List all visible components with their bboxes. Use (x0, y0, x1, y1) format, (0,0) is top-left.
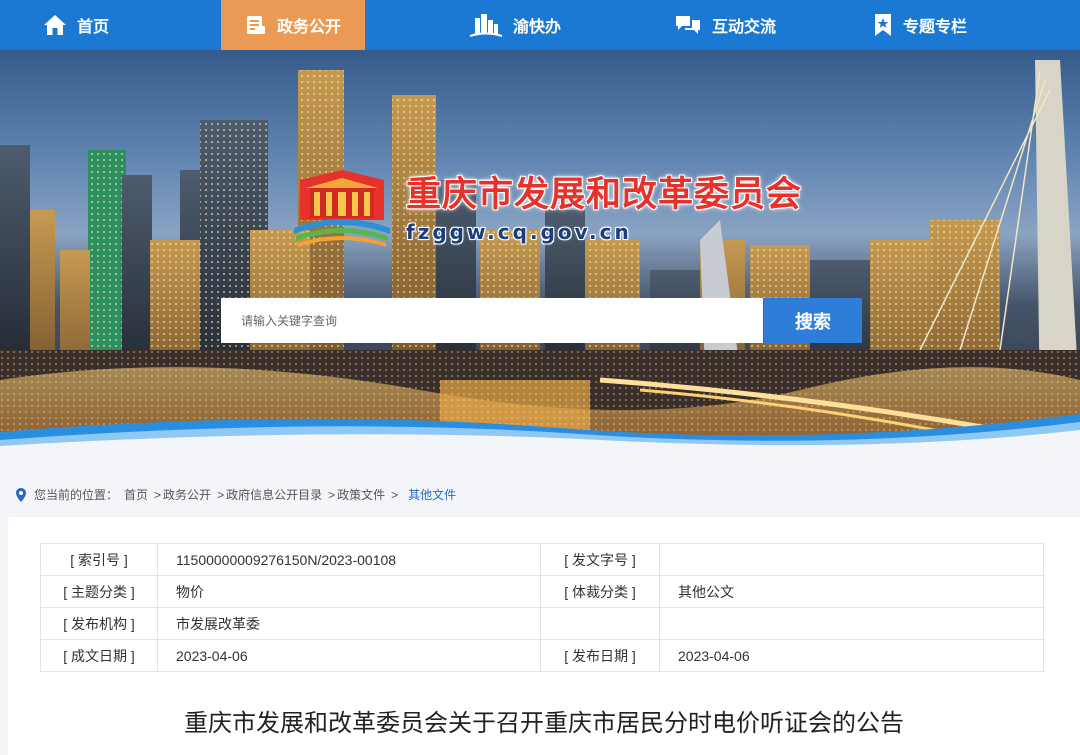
meta-value (659, 543, 1044, 576)
search-bar: 搜索 (221, 298, 862, 343)
search-input[interactable] (221, 298, 763, 343)
home-icon (44, 15, 66, 35)
breadcrumb-separator: > (328, 487, 336, 502)
site-domain: fzggw.cq.gov.cn (406, 220, 632, 244)
meta-key: [ 索引号 ] (40, 543, 158, 576)
table-row: [ 主题分类 ] 物价 [ 体裁分类 ] 其他公文 (40, 575, 1044, 608)
meta-key: [ 成文日期 ] (40, 639, 158, 672)
meta-key: [ 体裁分类 ] (540, 575, 660, 608)
location-pin-icon (16, 487, 26, 502)
meta-value (659, 607, 1044, 640)
header-banner: 重庆市发展和改革委员会 fzggw.cq.gov.cn 搜索 (0, 50, 1080, 460)
breadcrumb-prefix: 您当前的位置： (34, 488, 119, 502)
meta-value: 市发展改革委 (157, 607, 541, 640)
meta-key (540, 607, 660, 640)
meta-key: [ 发文字号 ] (540, 543, 660, 576)
table-row: [ 发布机构 ] 市发展改革委 (40, 607, 1044, 640)
breadcrumb-separator: > (154, 487, 162, 502)
nav-item-label: 首页 (77, 17, 110, 36)
breadcrumb-link-home[interactable]: 首页 (124, 486, 148, 503)
meta-value: 2023-04-06 (659, 639, 1044, 672)
site-name: 重庆市发展和改革委员会 (406, 175, 803, 215)
breadcrumb-link-gov-affairs[interactable]: 政务公开 (163, 486, 211, 503)
document-meta-table: [ 索引号 ] 11500000009276150N/2023-00108 [ … (40, 543, 1044, 672)
nav-item-label: 政务公开 (276, 17, 341, 36)
bookmark-star-icon (874, 14, 891, 36)
breadcrumb-link-policy-docs[interactable]: 政策文件 (337, 486, 385, 503)
breadcrumb: 您当前的位置： 首页 > 政务公开 > 政府信息公开目录 > 政策文件 > 其他… (16, 486, 456, 503)
meta-key: [ 主题分类 ] (40, 575, 158, 608)
site-logo[interactable]: 重庆市发展和改革委员会 fzggw.cq.gov.cn (292, 170, 802, 248)
meta-value: 其他公文 (659, 575, 1044, 608)
banner-wave-divider (0, 414, 1080, 460)
meta-value: 2023-04-06 (157, 639, 541, 672)
nav-item-home[interactable]: 首页 (0, 0, 190, 50)
building-icon (469, 14, 503, 37)
meta-key: [ 发布日期 ] (540, 639, 660, 672)
search-button[interactable]: 搜索 (763, 298, 862, 343)
document-title: 重庆市发展和改革委员会关于召开重庆市居民分时电价听证会的公告 (184, 709, 904, 737)
meta-value: 物价 (157, 575, 541, 608)
document-icon (246, 16, 265, 34)
nav-item-yukuaiban[interactable]: 渝快办 (425, 0, 605, 50)
breadcrumb-separator: > (217, 487, 225, 502)
nav-item-label: 专题专栏 (902, 17, 967, 36)
meta-key: [ 发布机构 ] (40, 607, 158, 640)
table-row: [ 成文日期 ] 2023-04-06 [ 发布日期 ] 2023-04-06 (40, 639, 1044, 672)
document-card: [ 索引号 ] 11500000009276150N/2023-00108 [ … (8, 517, 1080, 755)
breadcrumb-current[interactable]: 其他文件 (408, 486, 456, 503)
nav-item-gov-affairs[interactable]: 政务公开 (221, 0, 365, 50)
table-row: [ 索引号 ] 11500000009276150N/2023-00108 [ … (40, 543, 1044, 576)
breadcrumb-link-catalog[interactable]: 政府信息公开目录 (226, 486, 322, 503)
city-skyline-image (0, 60, 1080, 460)
breadcrumb-separator: > (391, 487, 399, 502)
top-nav: 首页 政务公开 渝快办 互动交流 专题专栏 (0, 0, 1080, 50)
nav-item-interaction[interactable]: 互动交流 (650, 0, 800, 50)
nav-item-special-topics[interactable]: 专题专栏 (850, 0, 990, 50)
nav-item-label: 渝快办 (512, 17, 561, 36)
nav-item-label: 互动交流 (711, 17, 776, 36)
meta-value: 11500000009276150N/2023-00108 (157, 543, 541, 576)
government-building-logo-icon (294, 170, 390, 247)
chat-icon (675, 16, 700, 34)
